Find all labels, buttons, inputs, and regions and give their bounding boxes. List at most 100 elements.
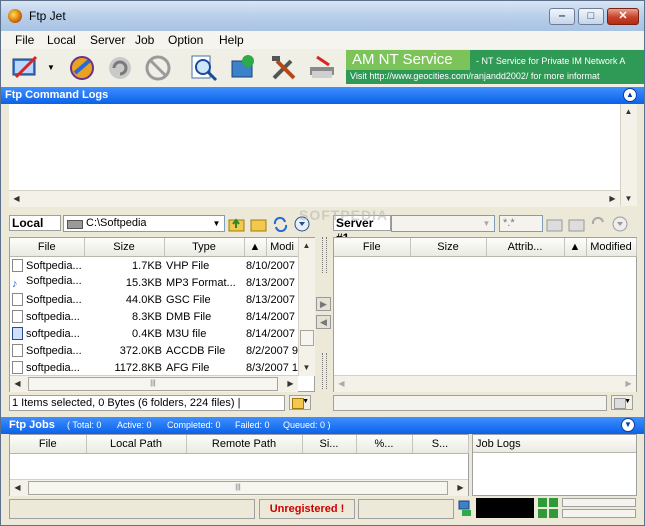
local-path-combo[interactable]: C:\Softpedia ▼ xyxy=(63,215,225,232)
column-percent[interactable]: %... xyxy=(356,435,413,454)
scroll-left-icon[interactable]: ◀ xyxy=(10,480,25,495)
title-bar[interactable]: Ftp Jet ‒ □ ✕ xyxy=(1,1,644,31)
scroll-left-icon[interactable]: ◀ xyxy=(10,376,25,391)
chevron-down-icon[interactable]: ▼ xyxy=(211,217,222,230)
collapse-jobs-icon[interactable]: ▼ xyxy=(621,418,635,432)
column-file[interactable]: File xyxy=(10,435,87,454)
column-size[interactable]: Size xyxy=(84,238,165,257)
column-file[interactable]: File xyxy=(334,238,411,257)
sort-ascending-icon[interactable]: ▲ xyxy=(244,238,267,257)
server-file-list[interactable] xyxy=(333,237,637,392)
column-size[interactable]: Si... xyxy=(302,435,357,454)
menu-local[interactable]: Local xyxy=(44,32,79,48)
reconnect-icon[interactable] xyxy=(105,53,135,83)
ad-banner[interactable]: AM NT Service - NT Service for Private I… xyxy=(346,50,644,84)
job-logs-panel[interactable]: Job Logs xyxy=(472,434,637,496)
network-status-icon xyxy=(458,500,471,516)
column-file[interactable]: File xyxy=(10,238,85,257)
menu-job[interactable]: Job xyxy=(132,32,157,48)
banner-link[interactable]: Visit http://www.geocities.com/ranjandd2… xyxy=(350,71,599,81)
scroll-down-icon[interactable]: ▼ xyxy=(299,360,314,375)
upload-arrow-icon[interactable]: ▶ xyxy=(316,297,331,311)
table-row[interactable]: Softpedia... 1.7KB VHP File 8/10/2007 xyxy=(10,257,298,275)
column-size[interactable]: Size xyxy=(410,238,487,257)
menu-help[interactable]: Help xyxy=(216,32,247,48)
table-row[interactable]: ♪ Softpedia... 15.3KB MP3 Format... 8/13/200… xyxy=(10,274,298,291)
queue-icon[interactable] xyxy=(307,53,337,83)
scroll-right-icon[interactable]: ▶ xyxy=(621,376,636,391)
column-attrib[interactable]: Attrib... xyxy=(486,238,565,257)
column-modified[interactable]: Modified xyxy=(586,238,637,257)
search-icon[interactable] xyxy=(189,53,219,83)
scroll-right-icon[interactable]: ▶ xyxy=(605,191,620,206)
server-view-button[interactable]: ▼ xyxy=(611,395,633,410)
file-type: ACCDB File xyxy=(166,344,226,357)
table-row[interactable]: Softpedia... 44.0KB GSC File 8/13/2007 xyxy=(10,291,298,308)
scroll-down-icon[interactable]: ▼ xyxy=(621,191,636,206)
table-row[interactable]: softpedia... 1172.8KB AFG File 8/3/2007 1 xyxy=(10,359,298,376)
local-vertical-scrollbar[interactable]: ▲ ▼ xyxy=(298,238,315,376)
file-icon xyxy=(12,344,23,357)
registration-status[interactable]: Unregistered ! xyxy=(259,499,355,519)
chevron-down-icon[interactable]: ▼ xyxy=(481,217,492,230)
menu-option[interactable]: Option xyxy=(165,32,206,48)
maximize-button[interactable]: □ xyxy=(578,8,604,25)
splitter-grip[interactable] xyxy=(322,237,327,273)
scroll-thumb[interactable]: ||| xyxy=(28,481,448,495)
download-arrow-icon[interactable]: ◀ xyxy=(316,315,331,329)
sort-ascending-icon[interactable]: ▲ xyxy=(564,238,587,257)
refresh-icon[interactable] xyxy=(272,216,289,232)
server-path-combo[interactable]: ▼ xyxy=(391,215,495,232)
table-row[interactable]: softpedia... 8.3KB DMB File 8/14/2007 xyxy=(10,308,298,325)
file-date: 8/10/2007 xyxy=(246,259,295,272)
server-new-folder-icon[interactable] xyxy=(568,216,585,232)
table-row[interactable]: Softpedia... 372.0KB ACCDB File 8/2/2007 9 xyxy=(10,342,298,359)
server-file-table[interactable]: File Size Attrib... ▲ Modified xyxy=(334,238,637,257)
connect-icon[interactable] xyxy=(10,53,40,83)
disconnect-icon[interactable] xyxy=(143,53,173,83)
server-refresh-icon[interactable] xyxy=(590,216,607,232)
local-horizontal-scrollbar[interactable]: ◀ ||| ▶ xyxy=(10,375,298,392)
jobs-title: Ftp Jobs xyxy=(9,419,55,431)
close-button[interactable]: ✕ xyxy=(607,8,639,25)
server-filter-combo[interactable]: *.* xyxy=(499,215,543,232)
server-horizontal-scrollbar[interactable]: ◀ ▶ xyxy=(334,375,636,392)
server-up-folder-icon[interactable] xyxy=(546,216,563,232)
minimize-icon: ‒ xyxy=(558,10,566,22)
quick-connect-icon[interactable] xyxy=(67,53,97,83)
logs-horizontal-scrollbar[interactable]: ◀ ▶ xyxy=(9,190,620,207)
scroll-thumb[interactable]: ||| xyxy=(28,377,278,391)
jobs-table[interactable]: File Local Path Remote Path Si... %... S… xyxy=(10,435,469,454)
column-status[interactable]: S... xyxy=(412,435,469,454)
minimize-button[interactable]: ‒ xyxy=(549,8,575,25)
scroll-up-icon[interactable]: ▲ xyxy=(299,238,314,253)
scroll-up-icon[interactable]: ▲ xyxy=(621,104,636,119)
tools-icon[interactable] xyxy=(269,53,299,83)
site-manager-icon[interactable] xyxy=(228,53,258,83)
menu-file[interactable]: File xyxy=(12,32,37,48)
splitter-grip[interactable] xyxy=(322,353,327,389)
scroll-left-icon[interactable]: ◀ xyxy=(9,191,24,206)
scroll-right-icon[interactable]: ▶ xyxy=(453,480,468,495)
up-folder-icon[interactable] xyxy=(228,216,245,232)
table-row[interactable]: softpedia... 0.4KB M3U file 8/14/2007 xyxy=(10,325,298,342)
column-type[interactable]: Type xyxy=(164,238,245,257)
connect-dropdown-icon[interactable]: ▼ xyxy=(47,63,55,72)
new-folder-icon[interactable] xyxy=(250,216,267,232)
jobs-horizontal-scrollbar[interactable]: ◀ ||| ▶ xyxy=(10,479,468,496)
scroll-thumb[interactable] xyxy=(300,330,314,346)
logs-vertical-scrollbar[interactable]: ▲ ▼ xyxy=(620,104,637,206)
file-size: 15.3KB xyxy=(125,276,162,289)
column-remote-path[interactable]: Remote Path xyxy=(186,435,303,454)
scroll-right-icon[interactable]: ▶ xyxy=(283,376,298,391)
playlist-icon xyxy=(12,327,23,340)
scroll-left-icon[interactable]: ◀ xyxy=(334,376,349,391)
local-file-table[interactable]: File Size Type ▲ Modi Softpedia... 1.7KB V… xyxy=(10,238,299,376)
collapse-logs-icon[interactable]: ▲ xyxy=(623,88,637,102)
server-options-icon[interactable] xyxy=(612,216,629,232)
menu-server[interactable]: Server xyxy=(87,32,128,48)
column-local-path[interactable]: Local Path xyxy=(86,435,187,454)
column-modified[interactable]: Modi xyxy=(266,238,299,257)
local-view-button[interactable]: ▼ xyxy=(289,395,311,410)
music-note-icon: ♪ xyxy=(12,277,23,291)
